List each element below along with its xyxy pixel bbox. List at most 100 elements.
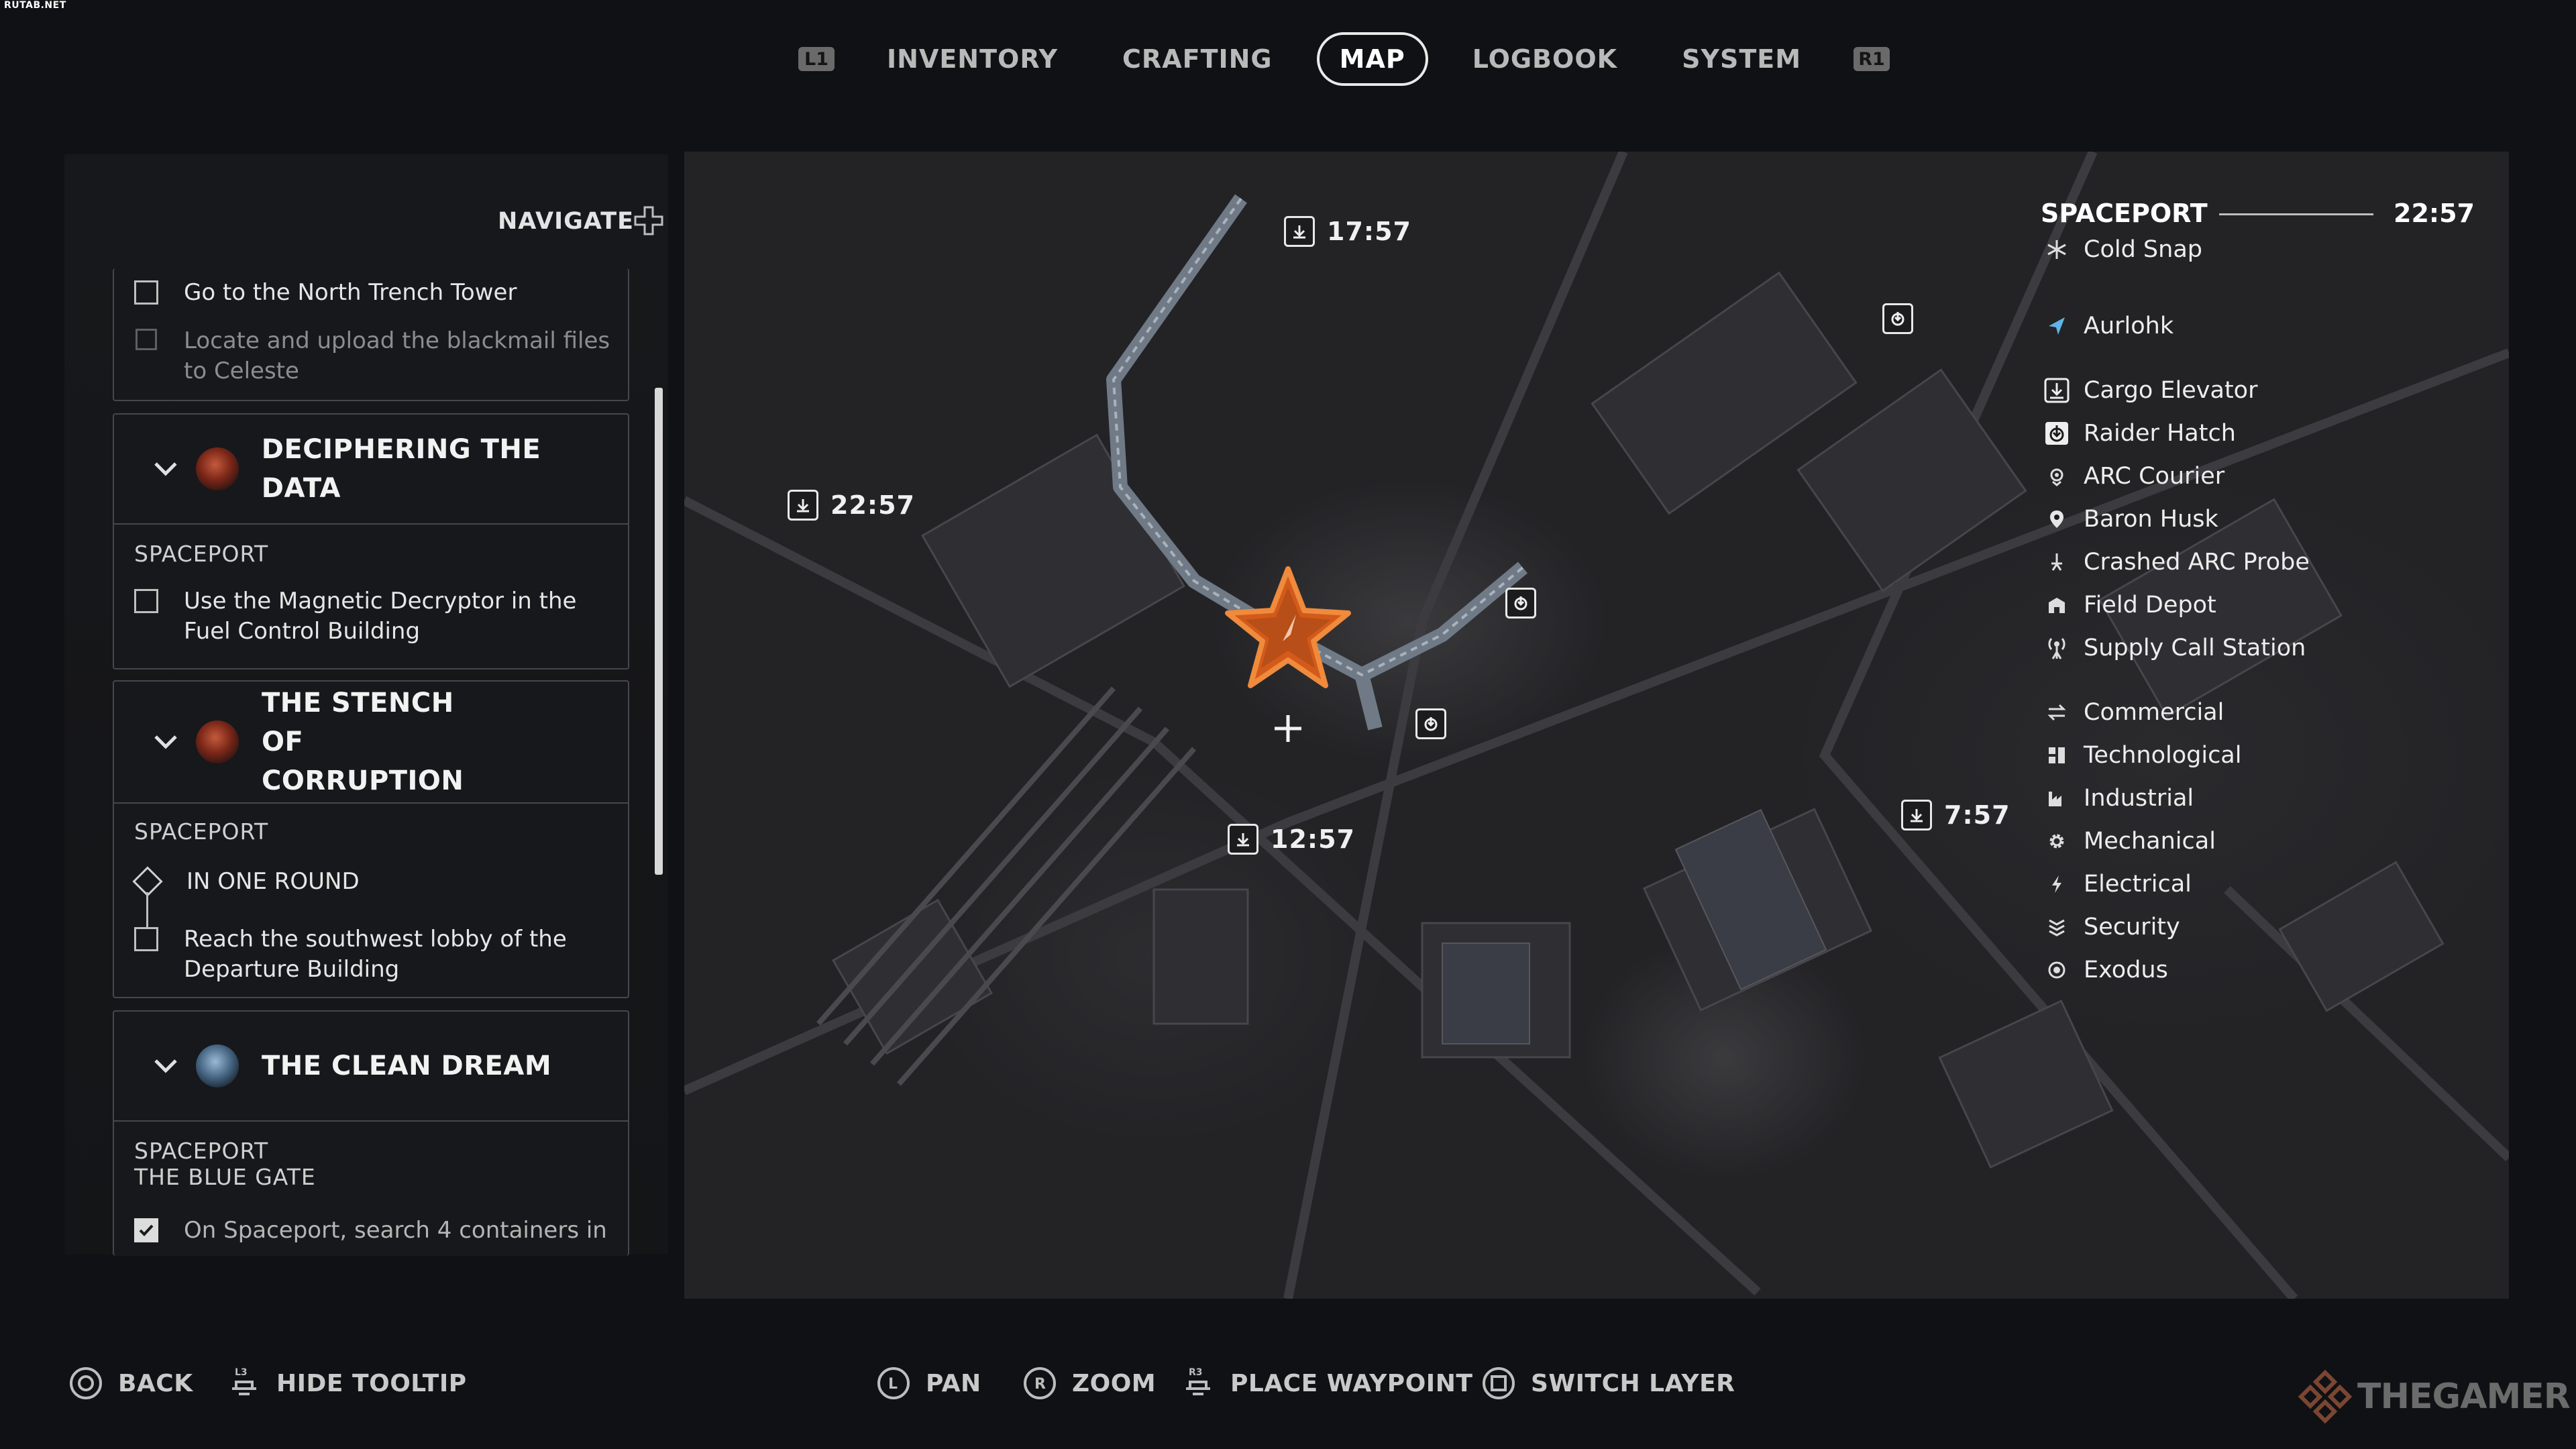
raider-hatch-icon[interactable] — [1882, 303, 1913, 334]
quest-region: SPACEPORT — [134, 541, 269, 567]
back-button[interactable]: BACK — [68, 1366, 193, 1401]
objective-text: Use the Magnetic Decryptor in the Fuel C… — [184, 588, 577, 645]
right-bumper-icon[interactable]: R1 — [1854, 47, 1890, 71]
right-stick-icon: R — [1024, 1367, 1056, 1399]
arc-courier-icon — [2043, 463, 2070, 490]
chevron-down-icon[interactable] — [152, 455, 180, 483]
brand-logo-icon — [2298, 1369, 2353, 1424]
objective-checkbox[interactable] — [134, 589, 158, 613]
raider-hatch-icon[interactable] — [1415, 708, 1446, 739]
cargo-elevator-marker[interactable]: 17:57 — [1284, 216, 1411, 247]
cargo-elevator-marker[interactable]: 7:57 — [1901, 800, 2010, 830]
quest-header[interactable]: THE CLEAN DREAM — [114, 1012, 628, 1122]
legend-item-field-depot[interactable]: Field Depot — [2043, 592, 2216, 619]
legend-divider — [2219, 213, 2373, 215]
quest-title: THE CLEAN DREAM — [262, 1051, 552, 1081]
top-nav: L1 INVENTORY CRAFTING MAP LOGBOOK SYSTEM… — [798, 32, 1890, 86]
objective-checkbox[interactable] — [134, 927, 158, 951]
legend-item-baron-husk[interactable]: Baron Husk — [2043, 506, 2218, 533]
legend-item-cargo-elevator[interactable]: Cargo Elevator — [2043, 377, 2257, 404]
legend-label: Cold Snap — [2084, 236, 2202, 263]
quest-header[interactable]: THE STENCH OF CORRUPTION — [114, 682, 628, 804]
timer-text: 17:57 — [1327, 217, 1411, 246]
objective-item[interactable]: Reach the southwest lobby of the Departu… — [134, 924, 613, 985]
objective-text: On Spaceport, search 4 containers in — [184, 1217, 607, 1244]
svg-text:R3: R3 — [1189, 1367, 1203, 1378]
timer-text: 22:57 — [830, 490, 915, 520]
legend-label: Raider Hatch — [2084, 420, 2236, 447]
objective-connector — [146, 892, 148, 927]
objective-item[interactable]: Go to the North Trench Tower — [134, 278, 613, 308]
legend-item-crashed-arc-probe[interactable]: Crashed ARC Probe — [2043, 549, 2310, 576]
watermark: RUTAB.NET — [4, 0, 66, 11]
left-bumper-icon[interactable]: L1 — [798, 47, 835, 71]
zoom-label: ZOOM — [1072, 1369, 1157, 1397]
legend-item-supply-call-station[interactable]: Supply Call Station — [2043, 635, 2306, 661]
legend-condition: Cold Snap — [2043, 236, 2202, 263]
chevron-down-icon[interactable] — [152, 1052, 180, 1080]
legend-label: Commercial — [2084, 699, 2224, 726]
place-waypoint-button[interactable]: R3 PLACE WAYPOINT — [1181, 1366, 1472, 1401]
dpad-icon — [634, 206, 663, 235]
bolt-icon — [2043, 871, 2070, 898]
map-terrain — [684, 152, 2509, 1299]
quest-giver-avatar — [195, 447, 239, 490]
l3-stick-icon: L3 — [232, 1367, 256, 1395]
depot-icon — [2043, 592, 2070, 619]
legend-zone-mechanical[interactable]: Mechanical — [2043, 828, 2216, 855]
place-waypoint-label: PLACE WAYPOINT — [1230, 1369, 1473, 1397]
quest-giver-avatar — [196, 1044, 239, 1087]
quest-region: SPACEPORT — [134, 818, 269, 845]
objective-item[interactable]: On Spaceport, search 4 containers in — [134, 1216, 613, 1246]
r3-stick-icon: R3 — [1186, 1367, 1210, 1395]
raider-hatch-icon[interactable] — [1505, 588, 1536, 619]
antenna-icon — [2043, 635, 2070, 661]
legend-item-arc-courier[interactable]: ARC Courier — [2043, 463, 2224, 490]
legend-zone-exodus[interactable]: Exodus — [2043, 957, 2168, 983]
tab-map[interactable]: MAP — [1316, 32, 1428, 86]
cargo-elevator-marker[interactable]: 22:57 — [788, 490, 915, 521]
tab-system[interactable]: SYSTEM — [1650, 32, 1833, 86]
quest-scrollbar[interactable] — [655, 388, 663, 875]
objective-checkbox[interactable] — [136, 329, 157, 350]
cargo-elevator-marker[interactable]: 12:57 — [1228, 824, 1355, 855]
zoom-control[interactable]: R ZOOM — [1022, 1366, 1156, 1401]
player-star-icon[interactable] — [1221, 561, 1355, 695]
chevron-down-icon[interactable] — [152, 728, 180, 756]
quest-title: THE STENCH OF CORRUPTION — [262, 688, 464, 796]
tab-inventory[interactable]: INVENTORY — [855, 32, 1090, 86]
cargo-elevator-icon — [2043, 377, 2070, 404]
factory-icon — [2043, 785, 2070, 812]
arrows-icon — [2043, 699, 2070, 726]
legend-zone-security[interactable]: Security — [2043, 914, 2180, 941]
tab-crafting[interactable]: CRAFTING — [1090, 32, 1305, 86]
legend-zone-electrical[interactable]: Electrical — [2043, 871, 2192, 898]
objective-item[interactable]: IN ONE ROUND — [132, 866, 616, 897]
quest-region: SPACEPORT — [134, 1138, 269, 1164]
legend-zone-industrial[interactable]: Industrial — [2043, 785, 2194, 812]
quest-card-clean-dream[interactable]: THE CLEAN DREAM SPACEPORT THE BLUE GATE … — [113, 1010, 629, 1256]
quest-card-stench[interactable]: THE STENCH OF CORRUPTION SPACEPORT IN ON… — [113, 680, 629, 998]
circle-button-icon — [70, 1367, 102, 1399]
timer-text: 12:57 — [1271, 824, 1355, 854]
switch-layer-button[interactable]: SWITCH LAYER — [1481, 1366, 1735, 1401]
quest-card-deciphering[interactable]: DECIPHERING THE DATA SPACEPORT Use the M… — [113, 413, 629, 669]
map-view[interactable]: 17:57 22:57 12:57 7:57 — [684, 152, 2509, 1299]
back-label: BACK — [118, 1369, 193, 1397]
hide-tooltip-button[interactable]: L3 HIDE TOOLTIP — [227, 1366, 467, 1401]
objective-checkbox[interactable] — [134, 280, 158, 305]
pan-control[interactable]: L PAN — [876, 1366, 981, 1401]
objective-checkbox-checked[interactable] — [134, 1218, 158, 1242]
legend-item-raider-hatch[interactable]: Raider Hatch — [2043, 420, 2236, 447]
legend-zone-commercial[interactable]: Commercial — [2043, 699, 2224, 726]
objective-item[interactable]: Locate and upload the blackmail files to… — [134, 326, 613, 386]
checkmark-icon — [139, 1224, 154, 1236]
tab-logbook[interactable]: LOGBOOK — [1440, 32, 1650, 86]
chip-icon — [2043, 742, 2070, 769]
legend-label: Crashed ARC Probe — [2084, 549, 2310, 576]
quest-header[interactable]: DECIPHERING THE DATA — [114, 415, 628, 525]
legend-player[interactable]: Aurlohk — [2043, 313, 2174, 339]
objective-text: Reach the southwest lobby of the Departu… — [184, 926, 567, 983]
legend-zone-technological[interactable]: Technological — [2043, 742, 2241, 769]
objective-item[interactable]: Use the Magnetic Decryptor in the Fuel C… — [134, 586, 613, 647]
